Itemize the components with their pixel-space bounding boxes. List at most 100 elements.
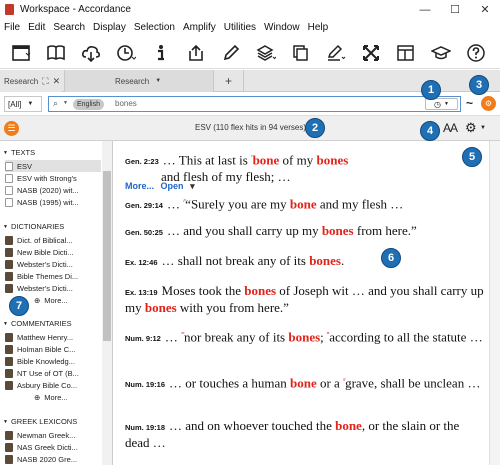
chevron-down-icon[interactable]: ▼ (155, 78, 161, 84)
chevron-down-icon: ▼ (27, 101, 34, 107)
verse-hit[interactable]: Gen. 29:14… ᵖ“Surely you are my bone and… (125, 194, 485, 213)
tab-research-main[interactable]: Research ▼ (64, 70, 214, 92)
library-item[interactable]: NASB (1995) wit... (5, 196, 101, 208)
verse-hit[interactable]: Gen. 2:23… This at last is ʳbone of my b… (125, 150, 485, 184)
language-badge[interactable]: English (73, 99, 104, 110)
verse-reference[interactable]: Ex. 13:19 (125, 288, 158, 297)
library-item[interactable]: NT Use of OT (B... (5, 367, 101, 379)
library-item[interactable]: Asbury Bible Co... (5, 379, 101, 391)
dictionaries-heading[interactable]: ▼ DICTIONARIES (3, 222, 64, 231)
menu-window[interactable]: Window (264, 22, 300, 33)
verse-hit[interactable]: Gen. 50:25… and you shall carry up my bo… (125, 223, 485, 240)
library-item[interactable]: NAS Greek Dicti... (5, 441, 101, 453)
menu-display[interactable]: Display (93, 22, 126, 33)
highlight-button[interactable] (321, 40, 351, 66)
more-open-links: More... Open ▾ (125, 181, 195, 192)
verse-hit[interactable]: Num. 19:18 … and on whoever touched the b… (125, 418, 485, 450)
table-button[interactable] (391, 40, 421, 66)
library-item[interactable]: NASB (2020) wit... (5, 184, 101, 196)
verse-hit[interactable]: Num. 9:12… ᵐnor break any of its bones; … (125, 327, 485, 346)
greek-lexicons-heading[interactable]: ▼ GREEK LEXICONS (3, 417, 77, 426)
verse-reference[interactable]: Gen. 50:25 (125, 228, 163, 237)
text-book-icon (5, 173, 13, 183)
library-scrollbar[interactable] (102, 141, 112, 465)
edit-button[interactable] (216, 40, 246, 66)
tab-research-main-label: Research (115, 76, 150, 86)
layout-button[interactable] (6, 40, 36, 66)
courses-button[interactable] (426, 40, 456, 66)
expand-icon[interactable]: ⛶ (42, 76, 48, 87)
library-item-label: NASB 2020 Gre... (17, 454, 78, 464)
menu-file[interactable]: File (4, 22, 20, 33)
cloud-download-button[interactable] (76, 40, 106, 66)
open-link[interactable]: Open (161, 181, 184, 191)
menu-help[interactable]: Help (308, 22, 329, 33)
book-icon (5, 368, 13, 378)
verse-reference[interactable]: Ex. 12:46 (125, 258, 158, 267)
library-item[interactable]: ESV with Strong's (5, 172, 101, 184)
close-button[interactable]: ✕ (470, 0, 500, 19)
library-item[interactable]: ESV (5, 160, 101, 172)
library-item-label: Holman Bible C... (17, 344, 76, 354)
library-item[interactable]: Dict. of Biblical... (5, 234, 101, 246)
library-item[interactable]: Webster's Dicti... (5, 282, 101, 294)
chevron-down-icon[interactable]: ▼ (480, 125, 486, 131)
scope-select[interactable]: [All] ▼ (4, 96, 42, 112)
layers-button[interactable] (251, 40, 281, 66)
menu-amplify[interactable]: Amplify (183, 22, 216, 33)
timeline-button[interactable] (111, 40, 141, 66)
maximize-button[interactable]: ☐ (440, 0, 470, 19)
results-scrollbar[interactable] (489, 141, 500, 465)
close-tab-icon[interactable]: ✕ (53, 76, 61, 87)
texts-heading-label: TEXTS (10, 148, 36, 157)
library-item[interactable]: NASB 2020 Gre... (5, 453, 101, 465)
book-icon (5, 442, 13, 452)
magnifier-icon: ⌕ (53, 98, 59, 108)
menu-search[interactable]: Search (53, 22, 85, 33)
gear-icon[interactable]: ⚙ (465, 120, 477, 136)
amplify-icon[interactable]: ⚙ (481, 96, 496, 111)
add-tab-button[interactable]: + (214, 70, 244, 92)
verse-reference[interactable]: Num. 19:18 (125, 423, 165, 432)
library-item[interactable]: Matthew Henry... (5, 331, 101, 343)
verse-hit[interactable]: Ex. 13:19 Moses took the bones of Joseph … (125, 283, 485, 315)
library-item[interactable]: Bible Themes Di... (5, 270, 101, 282)
verse-text: of my (279, 152, 317, 168)
verse-reference[interactable]: Num. 19:16 (125, 380, 165, 389)
tilde-icon[interactable]: ~ (466, 96, 473, 110)
search-field[interactable]: ⌕ ▼ English bones ◷ ▼ (48, 96, 461, 112)
menu-utilities[interactable]: Utilities (224, 22, 256, 33)
book-icon (5, 380, 13, 390)
library-item-label: NAS Greek Dicti... (17, 442, 78, 452)
chevron-down-icon[interactable]: ▾ (190, 181, 195, 191)
library-toggle-icon[interactable]: ☰ (4, 121, 19, 136)
library-button[interactable] (41, 40, 71, 66)
tab-research-workspace[interactable]: Research ⛶ ✕ (0, 70, 62, 92)
export-button[interactable] (181, 40, 211, 66)
verse-reference[interactable]: Gen. 29:14 (125, 201, 163, 210)
library-item[interactable]: Newman Greek... (5, 429, 101, 441)
verse-hit[interactable]: Num. 19:16 … or touches a human bone or a… (125, 373, 485, 392)
verse-reference[interactable]: Gen. 2:23 (125, 157, 159, 166)
library-item[interactable]: Webster's Dicti... (5, 258, 101, 270)
copy-button[interactable] (286, 40, 316, 66)
verse-reference[interactable]: Num. 9:12 (125, 334, 161, 343)
library-scroll-thumb[interactable] (103, 171, 111, 341)
minimize-button[interactable]: — (410, 0, 440, 19)
search-input[interactable]: bones (115, 99, 137, 108)
texts-heading[interactable]: ▼ TEXTS (3, 148, 35, 157)
info-button[interactable] (146, 40, 176, 66)
help-button[interactable] (461, 40, 491, 66)
verse-hit[interactable]: Ex. 12:46… shall not break any of its bo… (125, 253, 485, 270)
library-item[interactable]: Bible Knowledg... (5, 355, 101, 367)
menu-selection[interactable]: Selection (134, 22, 175, 33)
commentaries-heading[interactable]: ▼ COMMENTARIES (3, 319, 72, 328)
book-icon (5, 430, 13, 440)
menu-edit[interactable]: Edit (28, 22, 45, 33)
parallel-button[interactable] (356, 40, 386, 66)
more-link[interactable]: More... (125, 181, 154, 191)
library-item[interactable]: New Bible Dicti... (5, 246, 101, 258)
verse-text: … or touches a human (169, 375, 290, 391)
font-size-button[interactable]: AA (443, 121, 458, 135)
library-item[interactable]: Holman Bible C... (5, 343, 101, 355)
